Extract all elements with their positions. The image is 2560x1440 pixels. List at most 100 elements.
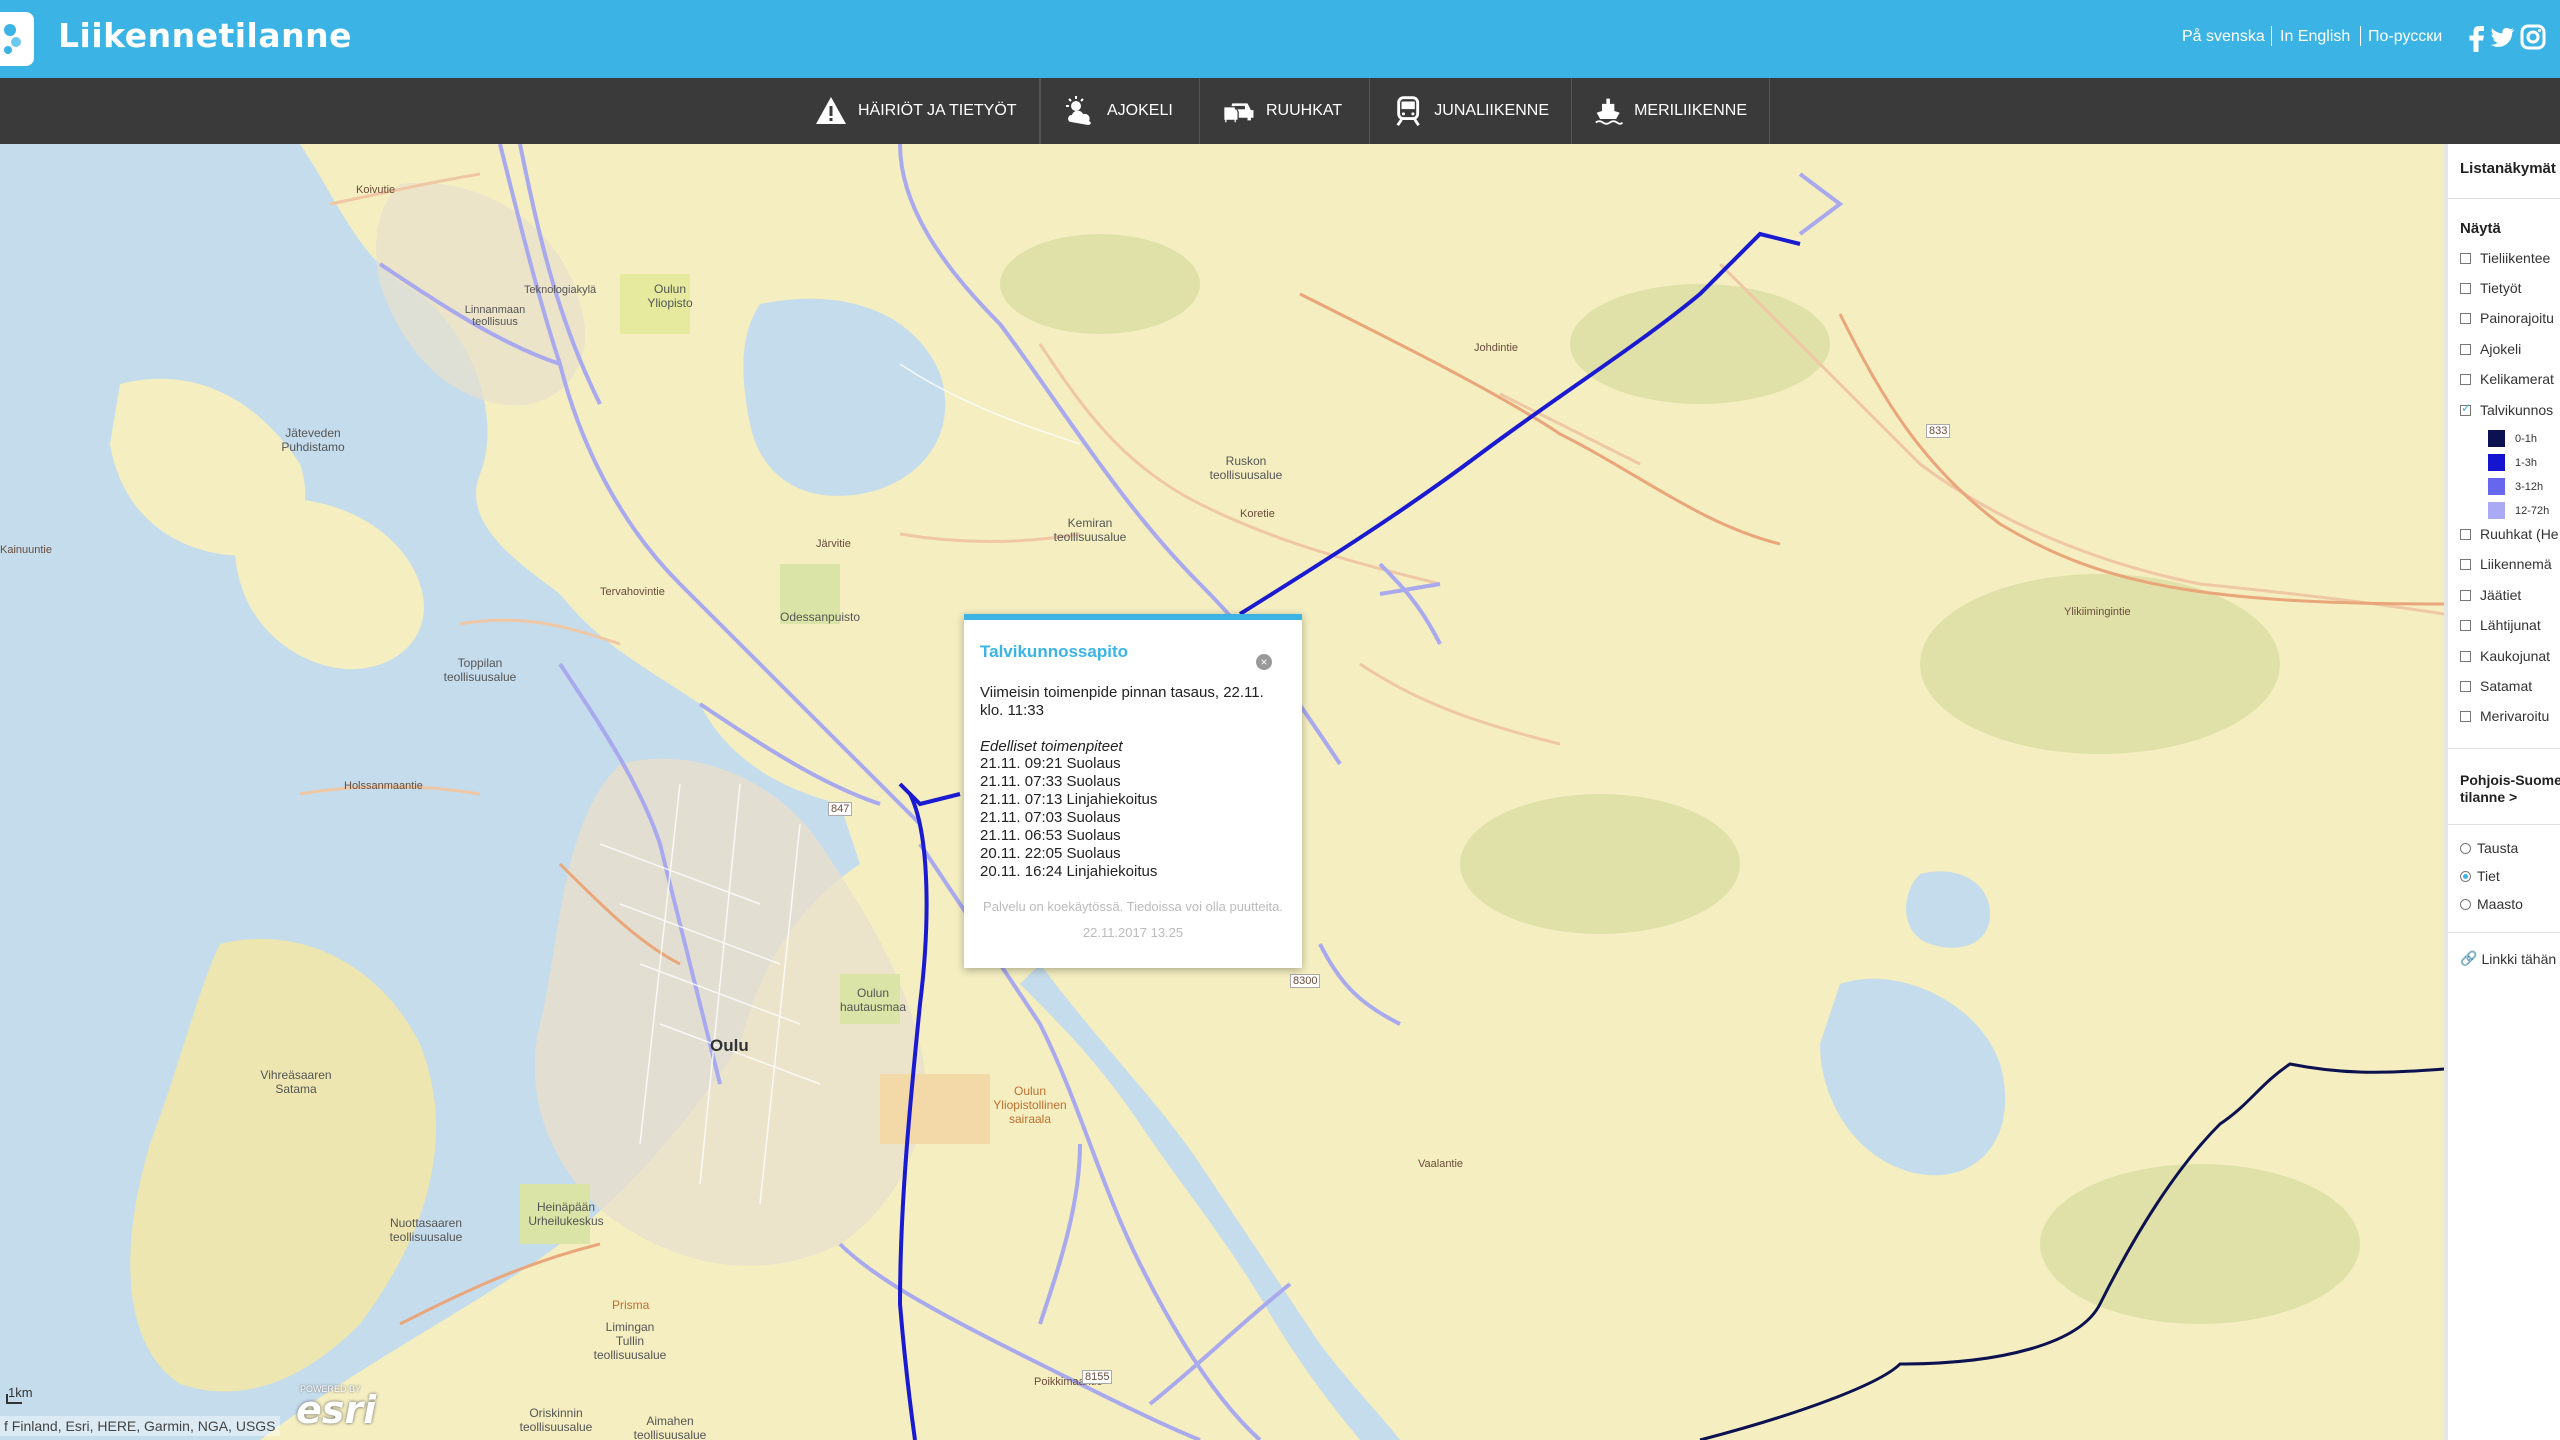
layer-toggle[interactable]: Tietyöt bbox=[2460, 280, 2522, 296]
map-label-road: Vaalantie bbox=[1418, 1158, 1464, 1170]
legend-item: 1-3h bbox=[2488, 454, 2537, 471]
radio[interactable] bbox=[2460, 898, 2471, 910]
region-link-line2: tilanne > bbox=[2460, 789, 2518, 805]
popup-operation: 21.11. 07:03 Suolaus bbox=[980, 809, 1121, 826]
legend-label: 12-72h bbox=[2515, 504, 2550, 517]
map-label-road: Järvitie bbox=[816, 538, 851, 550]
logo-icon bbox=[4, 24, 21, 54]
layer-toggle[interactable]: Merivaroitu bbox=[2460, 708, 2549, 724]
close-icon[interactable]: × bbox=[1256, 654, 1272, 670]
map-label-city: Oulu bbox=[710, 1036, 749, 1055]
checkbox[interactable] bbox=[2460, 710, 2471, 722]
lang-english-link[interactable]: In English bbox=[2280, 28, 2350, 46]
lang-separator bbox=[2360, 26, 2361, 46]
map-label-place: Oriskinnin teollisuusalue bbox=[519, 1406, 593, 1434]
divider bbox=[2448, 748, 2560, 749]
checkbox[interactable] bbox=[2460, 680, 2471, 692]
ship-icon bbox=[1595, 98, 1624, 125]
region-link-line1: Pohjois-Suome bbox=[2460, 772, 2560, 788]
radio[interactable] bbox=[2460, 870, 2471, 882]
popup-operation: 21.11. 06:53 Suolaus bbox=[980, 827, 1121, 844]
lang-russian-link[interactable]: По-русски bbox=[2368, 28, 2442, 46]
divider bbox=[2448, 198, 2560, 199]
layer-label: Jäätiet bbox=[2480, 587, 2522, 603]
facebook-icon[interactable] bbox=[2464, 22, 2490, 52]
map[interactable]: Koivutie Oulun Yliopisto Linnanmaan teol… bbox=[0, 144, 2444, 1440]
layer-toggle[interactable]: Jäätiet bbox=[2460, 587, 2521, 603]
nav-item-rail[interactable]: JUNALIIKENNE bbox=[1370, 78, 1572, 144]
popup-operation: 21.11. 07:33 Suolaus bbox=[980, 773, 1121, 790]
nav-item-label: AJOKELI bbox=[1107, 102, 1173, 119]
checkbox[interactable] bbox=[2460, 252, 2471, 264]
nav-item-road-weather[interactable]: AJOKELI bbox=[1040, 78, 1200, 144]
basemap-option[interactable]: Maasto bbox=[2460, 896, 2523, 912]
checkbox[interactable] bbox=[2460, 312, 2471, 324]
checkbox[interactable] bbox=[2460, 589, 2471, 601]
layer-toggle[interactable]: Talvikunnos bbox=[2460, 401, 2554, 418]
nav-item-label: MERILIIKENNE bbox=[1634, 102, 1747, 119]
link-icon: 🔗 bbox=[2460, 950, 2478, 966]
checkbox[interactable] bbox=[2460, 650, 2471, 662]
logo[interactable] bbox=[0, 12, 34, 66]
layer-toggle[interactable]: Ruuhkat (He bbox=[2460, 526, 2559, 542]
legend-label: 0-1h bbox=[2515, 432, 2538, 445]
road-number: 8300 bbox=[1290, 974, 1321, 988]
layer-label: Kelikamerat bbox=[2480, 371, 2554, 387]
map-label-place: Nuottasaaren teollisuusalue bbox=[389, 1216, 463, 1244]
map-label-place: Vihreäsaaren Satama bbox=[260, 1068, 332, 1096]
link-here[interactable]: 🔗 Linkki tähän bbox=[2460, 950, 2556, 967]
map-label-road: Koretie bbox=[1240, 508, 1275, 520]
layer-toggle[interactable]: Kaukojunat bbox=[2460, 648, 2550, 664]
popup-previous-heading: Edelliset toimenpiteet bbox=[980, 738, 1123, 755]
layer-toggle[interactable]: Kelikamerat bbox=[2460, 371, 2554, 387]
map-label-place: Jäteveden Puhdistamo bbox=[281, 426, 345, 454]
layer-label: Talvikunnos bbox=[2480, 402, 2554, 418]
map-label-place: Oulun Yliopistollinen sairaala bbox=[993, 1084, 1067, 1126]
basemap-option[interactable]: Tiet bbox=[2460, 868, 2500, 884]
checkbox[interactable] bbox=[2460, 558, 2471, 570]
layer-toggle[interactable]: Ajokeli bbox=[2460, 341, 2521, 357]
layer-toggle[interactable]: Painorajoitu bbox=[2460, 310, 2554, 326]
map-label-place: Prisma bbox=[612, 1298, 650, 1312]
road-number: 833 bbox=[1926, 424, 1951, 438]
nav-item-label: HÄIRIÖT JA TIETYÖT bbox=[858, 102, 1017, 119]
layer-toggle[interactable]: Lähtijunat bbox=[2460, 617, 2541, 633]
layer-toggle[interactable]: Liikennemä bbox=[2460, 556, 2552, 572]
legend-label: 1-3h bbox=[2515, 456, 2538, 469]
popup-title: Talvikunnossapito bbox=[980, 642, 1128, 661]
app-title[interactable]: Liikennetilanne bbox=[58, 16, 352, 55]
nav-item-disruptions[interactable]: HÄIRIÖT JA TIETYÖT bbox=[792, 78, 1040, 144]
radio[interactable] bbox=[2460, 842, 2471, 854]
nav-item-congestion[interactable]: RUUHKAT bbox=[1200, 78, 1370, 144]
basemap-label: Tausta bbox=[2477, 840, 2519, 856]
twitter-icon[interactable] bbox=[2490, 22, 2516, 52]
checkbox[interactable] bbox=[2460, 619, 2471, 631]
lang-swedish-link[interactable]: På svenska bbox=[2182, 28, 2265, 46]
sidebar-title[interactable]: Listanäkymät bbox=[2460, 160, 2556, 177]
nav-item-maritime[interactable]: MERILIIKENNE bbox=[1572, 78, 1770, 144]
layer-toggle[interactable]: Tieliikentee bbox=[2460, 250, 2550, 266]
region-link[interactable]: Pohjois-Suome tilanne > bbox=[2460, 772, 2560, 806]
checkbox[interactable] bbox=[2460, 373, 2471, 385]
link-label: Linkki tähän bbox=[2481, 950, 2557, 967]
legend-swatch bbox=[2488, 430, 2505, 447]
checkbox[interactable] bbox=[2460, 343, 2471, 355]
basemap-label: Tiet bbox=[2477, 868, 2500, 884]
layer-toggle[interactable]: Satamat bbox=[2460, 678, 2532, 694]
checkbox[interactable] bbox=[2460, 282, 2471, 294]
map-label-road: Tervahovintie bbox=[600, 586, 665, 598]
legend-swatch bbox=[2488, 502, 2505, 519]
layer-label: Lähtijunat bbox=[2480, 617, 2541, 633]
map-label-place: Kemiran teollisuusalue bbox=[1053, 516, 1127, 544]
show-heading: Näytä bbox=[2460, 220, 2501, 237]
weather-icon bbox=[1066, 96, 1091, 125]
checkbox[interactable] bbox=[2460, 401, 2471, 416]
popup-timestamp: 22.11.2017 13.25 bbox=[1082, 925, 1184, 940]
basemap-option[interactable]: Tausta bbox=[2460, 840, 2518, 856]
esri-logo[interactable]: esri bbox=[296, 1388, 376, 1432]
map-label-road: Holssanmaantie bbox=[344, 780, 423, 792]
basemap-label: Maasto bbox=[2477, 896, 2523, 912]
instagram-icon[interactable] bbox=[2520, 22, 2546, 52]
checkbox[interactable] bbox=[2460, 528, 2471, 540]
road-number: 8155 bbox=[1082, 1370, 1113, 1384]
